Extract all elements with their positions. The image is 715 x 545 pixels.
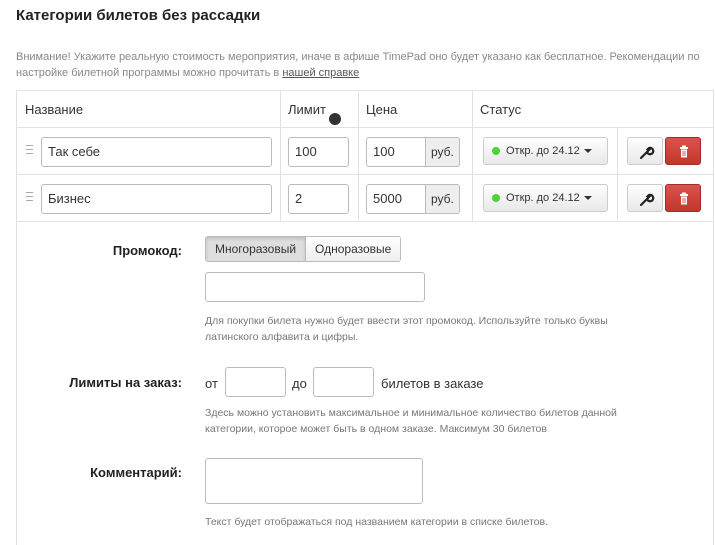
category-name-input[interactable]: Так себе — [41, 137, 272, 167]
limits-to-label: до — [292, 376, 307, 391]
status-dropdown[interactable]: Откр. до 24.12 — [483, 137, 608, 165]
limit-input[interactable]: 100 — [288, 137, 349, 167]
column-status: Статус — [480, 102, 522, 117]
column-limit: Лимит? — [288, 102, 341, 125]
notice: Внимание! Укажите реальную стоимость мер… — [16, 49, 706, 81]
price-input[interactable]: 100 — [366, 137, 426, 167]
promo-help: Для покупки билета нужно будет ввести эт… — [205, 315, 608, 343]
caret-down-icon — [583, 196, 592, 200]
limits-help: Здесь можно установить максимальное и ми… — [205, 407, 617, 435]
table-header: Название Лимит? Цена Статус — [17, 91, 713, 128]
promo-code-input[interactable] — [205, 272, 425, 302]
column-name: Название — [25, 102, 84, 117]
promo-type-toggle: Многоразовый Одноразовые — [205, 236, 402, 262]
trash-icon — [680, 145, 688, 158]
comment-textarea[interactable] — [205, 458, 423, 504]
limits-from-label: от — [205, 376, 218, 391]
limit-input[interactable]: 2 — [288, 184, 349, 214]
edit-button[interactable] — [627, 137, 663, 165]
category-name-input[interactable]: Бизнес — [41, 184, 272, 214]
status-dropdown[interactable]: Откр. до 24.12 — [483, 184, 608, 212]
max-tickets-input[interactable] — [313, 367, 374, 397]
edit-button[interactable] — [627, 184, 663, 212]
drag-handle-icon[interactable] — [26, 145, 33, 157]
promo-multi-button[interactable]: Многоразовый — [206, 237, 307, 261]
price-input[interactable]: 5000 — [366, 184, 426, 214]
table-row: Бизнес 2 5000 руб. Откр. до 24.12 — [17, 175, 713, 222]
trash-icon — [680, 192, 688, 205]
order-limits-label: Лимиты на заказ: — [69, 375, 182, 390]
delete-button[interactable] — [665, 184, 701, 212]
status-dot — [492, 147, 500, 155]
currency-label: руб. — [426, 137, 460, 167]
column-price: Цена — [366, 102, 398, 117]
status-label: Откр. до 24.12 — [506, 192, 580, 204]
delete-button[interactable] — [665, 137, 701, 165]
ticket-categories-table: Название Лимит? Цена Статус Так себе 100… — [16, 90, 714, 545]
wrench-icon — [639, 146, 655, 160]
help-link[interactable]: нашей справке — [282, 67, 359, 79]
table-row: Так себе 100 100 руб. Откр. до 24.12 — [17, 128, 713, 175]
comment-label: Комментарий: — [90, 465, 182, 480]
status-label: Откр. до 24.12 — [506, 145, 580, 157]
status-dot — [492, 194, 500, 202]
wrench-icon — [639, 193, 655, 207]
limits-suffix: билетов в заказе — [381, 376, 484, 391]
question-icon[interactable]: ? — [328, 112, 341, 125]
comment-help: Текст будет отображаться под названием к… — [205, 516, 549, 528]
drag-handle-icon[interactable] — [26, 192, 33, 204]
page-title: Категории билетов без рассадки — [16, 7, 261, 24]
min-tickets-input[interactable] — [225, 367, 286, 397]
promo-single-button[interactable]: Одноразовые — [306, 237, 401, 261]
currency-label: руб. — [426, 184, 460, 214]
promo-label: Промокод: — [112, 243, 182, 258]
caret-down-icon — [583, 149, 592, 153]
